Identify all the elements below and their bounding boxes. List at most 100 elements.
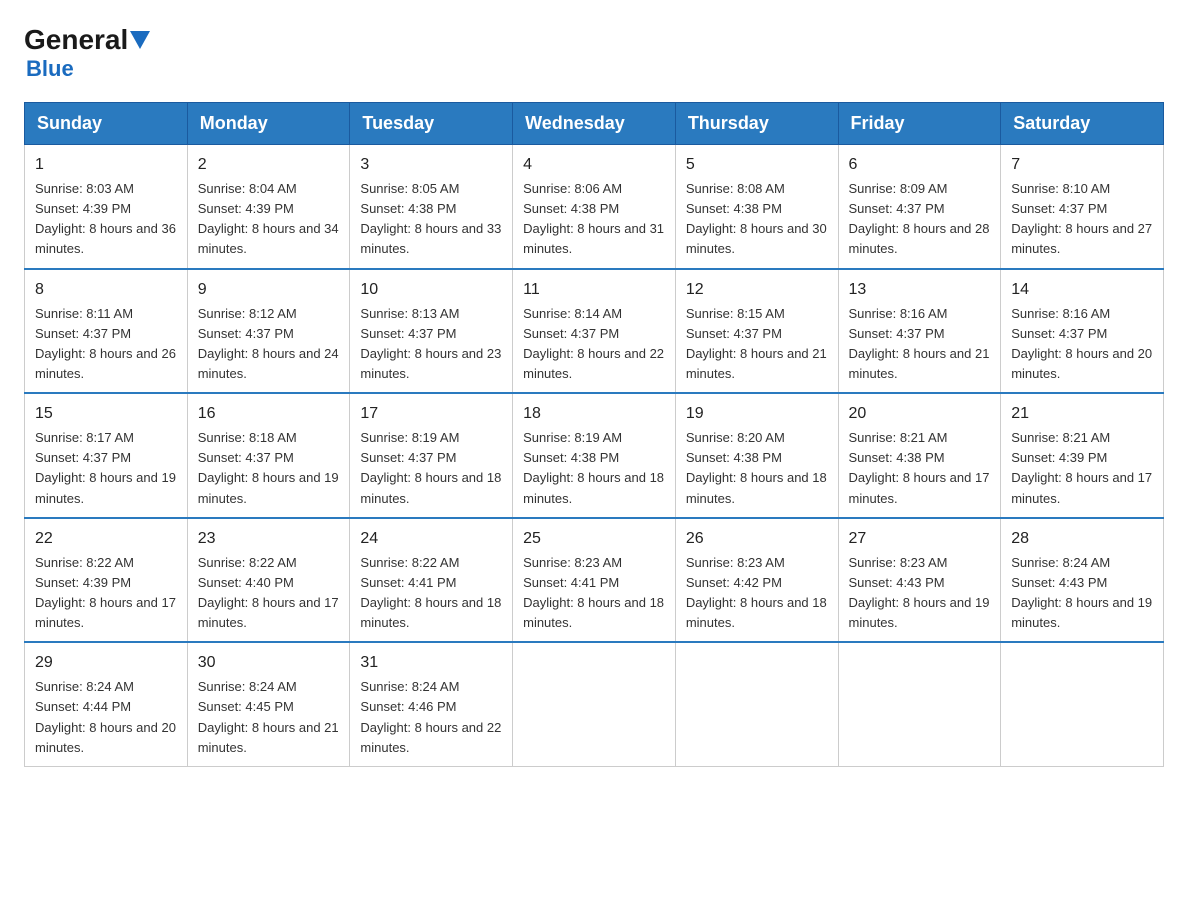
logo-triangle-icon [130,31,150,49]
calendar-cell [513,642,676,766]
day-number: 1 [35,153,177,177]
day-info: Sunrise: 8:20 AMSunset: 4:38 PMDaylight:… [686,428,828,509]
calendar-cell: 18Sunrise: 8:19 AMSunset: 4:38 PMDayligh… [513,393,676,518]
day-info: Sunrise: 8:24 AMSunset: 4:43 PMDaylight:… [1011,553,1153,634]
calendar-cell: 26Sunrise: 8:23 AMSunset: 4:42 PMDayligh… [675,518,838,643]
day-number: 11 [523,278,665,302]
calendar-cell: 31Sunrise: 8:24 AMSunset: 4:46 PMDayligh… [350,642,513,766]
calendar-cell: 30Sunrise: 8:24 AMSunset: 4:45 PMDayligh… [187,642,350,766]
calendar-cell: 20Sunrise: 8:21 AMSunset: 4:38 PMDayligh… [838,393,1001,518]
header-tuesday: Tuesday [350,103,513,145]
calendar-cell: 3Sunrise: 8:05 AMSunset: 4:38 PMDaylight… [350,145,513,269]
calendar-cell: 12Sunrise: 8:15 AMSunset: 4:37 PMDayligh… [675,269,838,394]
day-number: 9 [198,278,340,302]
calendar-cell: 11Sunrise: 8:14 AMSunset: 4:37 PMDayligh… [513,269,676,394]
calendar-cell: 5Sunrise: 8:08 AMSunset: 4:38 PMDaylight… [675,145,838,269]
calendar-cell: 22Sunrise: 8:22 AMSunset: 4:39 PMDayligh… [25,518,188,643]
week-row-1: 1Sunrise: 8:03 AMSunset: 4:39 PMDaylight… [25,145,1164,269]
page-header: General Blue [24,24,1164,82]
week-row-5: 29Sunrise: 8:24 AMSunset: 4:44 PMDayligh… [25,642,1164,766]
day-number: 20 [849,402,991,426]
calendar-cell: 15Sunrise: 8:17 AMSunset: 4:37 PMDayligh… [25,393,188,518]
day-info: Sunrise: 8:05 AMSunset: 4:38 PMDaylight:… [360,179,502,260]
day-info: Sunrise: 8:19 AMSunset: 4:37 PMDaylight:… [360,428,502,509]
day-info: Sunrise: 8:22 AMSunset: 4:39 PMDaylight:… [35,553,177,634]
day-info: Sunrise: 8:23 AMSunset: 4:43 PMDaylight:… [849,553,991,634]
day-info: Sunrise: 8:22 AMSunset: 4:41 PMDaylight:… [360,553,502,634]
day-number: 23 [198,527,340,551]
day-number: 27 [849,527,991,551]
day-number: 13 [849,278,991,302]
day-number: 22 [35,527,177,551]
logo-blue-text: Blue [26,56,74,81]
day-info: Sunrise: 8:16 AMSunset: 4:37 PMDaylight:… [849,304,991,385]
day-info: Sunrise: 8:10 AMSunset: 4:37 PMDaylight:… [1011,179,1153,260]
day-info: Sunrise: 8:17 AMSunset: 4:37 PMDaylight:… [35,428,177,509]
calendar-cell: 27Sunrise: 8:23 AMSunset: 4:43 PMDayligh… [838,518,1001,643]
day-info: Sunrise: 8:23 AMSunset: 4:42 PMDaylight:… [686,553,828,634]
calendar-cell: 1Sunrise: 8:03 AMSunset: 4:39 PMDaylight… [25,145,188,269]
header-friday: Friday [838,103,1001,145]
calendar-cell: 7Sunrise: 8:10 AMSunset: 4:37 PMDaylight… [1001,145,1164,269]
calendar-cell: 17Sunrise: 8:19 AMSunset: 4:37 PMDayligh… [350,393,513,518]
day-info: Sunrise: 8:06 AMSunset: 4:38 PMDaylight:… [523,179,665,260]
day-number: 16 [198,402,340,426]
header-sunday: Sunday [25,103,188,145]
day-number: 10 [360,278,502,302]
day-number: 7 [1011,153,1153,177]
day-info: Sunrise: 8:21 AMSunset: 4:39 PMDaylight:… [1011,428,1153,509]
day-number: 17 [360,402,502,426]
day-info: Sunrise: 8:11 AMSunset: 4:37 PMDaylight:… [35,304,177,385]
day-number: 19 [686,402,828,426]
day-info: Sunrise: 8:04 AMSunset: 4:39 PMDaylight:… [198,179,340,260]
calendar-cell: 4Sunrise: 8:06 AMSunset: 4:38 PMDaylight… [513,145,676,269]
day-number: 6 [849,153,991,177]
calendar-cell: 8Sunrise: 8:11 AMSunset: 4:37 PMDaylight… [25,269,188,394]
header-wednesday: Wednesday [513,103,676,145]
day-number: 5 [686,153,828,177]
day-info: Sunrise: 8:18 AMSunset: 4:37 PMDaylight:… [198,428,340,509]
day-number: 14 [1011,278,1153,302]
logo: General Blue [24,24,152,82]
day-number: 28 [1011,527,1153,551]
calendar-cell: 21Sunrise: 8:21 AMSunset: 4:39 PMDayligh… [1001,393,1164,518]
day-number: 31 [360,651,502,675]
calendar-cell: 25Sunrise: 8:23 AMSunset: 4:41 PMDayligh… [513,518,676,643]
day-info: Sunrise: 8:22 AMSunset: 4:40 PMDaylight:… [198,553,340,634]
day-info: Sunrise: 8:24 AMSunset: 4:45 PMDaylight:… [198,677,340,758]
day-number: 8 [35,278,177,302]
week-row-4: 22Sunrise: 8:22 AMSunset: 4:39 PMDayligh… [25,518,1164,643]
day-info: Sunrise: 8:16 AMSunset: 4:37 PMDaylight:… [1011,304,1153,385]
calendar-cell: 28Sunrise: 8:24 AMSunset: 4:43 PMDayligh… [1001,518,1164,643]
day-number: 15 [35,402,177,426]
day-number: 12 [686,278,828,302]
header-thursday: Thursday [675,103,838,145]
calendar-cell: 19Sunrise: 8:20 AMSunset: 4:38 PMDayligh… [675,393,838,518]
week-row-3: 15Sunrise: 8:17 AMSunset: 4:37 PMDayligh… [25,393,1164,518]
calendar-cell [1001,642,1164,766]
day-info: Sunrise: 8:23 AMSunset: 4:41 PMDaylight:… [523,553,665,634]
day-info: Sunrise: 8:15 AMSunset: 4:37 PMDaylight:… [686,304,828,385]
calendar-cell: 14Sunrise: 8:16 AMSunset: 4:37 PMDayligh… [1001,269,1164,394]
day-info: Sunrise: 8:03 AMSunset: 4:39 PMDaylight:… [35,179,177,260]
calendar-cell: 16Sunrise: 8:18 AMSunset: 4:37 PMDayligh… [187,393,350,518]
day-number: 2 [198,153,340,177]
calendar-cell: 9Sunrise: 8:12 AMSunset: 4:37 PMDaylight… [187,269,350,394]
day-number: 24 [360,527,502,551]
day-info: Sunrise: 8:14 AMSunset: 4:37 PMDaylight:… [523,304,665,385]
calendar-cell: 6Sunrise: 8:09 AMSunset: 4:37 PMDaylight… [838,145,1001,269]
calendar-cell: 29Sunrise: 8:24 AMSunset: 4:44 PMDayligh… [25,642,188,766]
week-row-2: 8Sunrise: 8:11 AMSunset: 4:37 PMDaylight… [25,269,1164,394]
day-info: Sunrise: 8:09 AMSunset: 4:37 PMDaylight:… [849,179,991,260]
day-info: Sunrise: 8:21 AMSunset: 4:38 PMDaylight:… [849,428,991,509]
calendar-cell [675,642,838,766]
calendar-cell: 23Sunrise: 8:22 AMSunset: 4:40 PMDayligh… [187,518,350,643]
calendar-cell [838,642,1001,766]
calendar-cell: 13Sunrise: 8:16 AMSunset: 4:37 PMDayligh… [838,269,1001,394]
day-info: Sunrise: 8:24 AMSunset: 4:44 PMDaylight:… [35,677,177,758]
calendar-cell: 2Sunrise: 8:04 AMSunset: 4:39 PMDaylight… [187,145,350,269]
day-info: Sunrise: 8:13 AMSunset: 4:37 PMDaylight:… [360,304,502,385]
day-number: 30 [198,651,340,675]
day-number: 18 [523,402,665,426]
day-info: Sunrise: 8:12 AMSunset: 4:37 PMDaylight:… [198,304,340,385]
